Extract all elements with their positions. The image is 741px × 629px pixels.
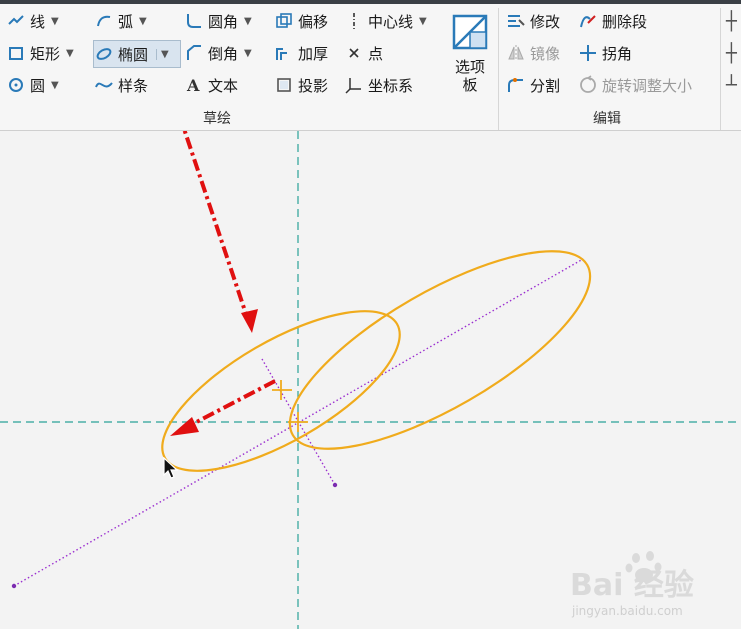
annotation-arrow-to-ellipse-tool xyxy=(182,131,252,327)
mirror-label: 镜像 xyxy=(530,44,561,63)
truncated-tool-button[interactable]: ┼ xyxy=(726,8,737,34)
arc-button[interactable]: 弧 ▼ xyxy=(94,8,147,34)
coord-sys-button[interactable]: 坐标系 xyxy=(344,72,413,98)
text-button[interactable]: A 文本 xyxy=(184,72,238,98)
delete-segment-icon xyxy=(580,15,596,28)
construction-endpoint[interactable] xyxy=(11,583,17,589)
truncated-tool-button[interactable]: ┴ xyxy=(726,72,737,98)
modify-icon xyxy=(508,15,525,27)
sketch-group-label: 草绘 xyxy=(203,111,231,127)
fillet-icon xyxy=(187,14,201,28)
spline-label: 样条 xyxy=(118,76,149,95)
offset-button[interactable]: 偏移 xyxy=(274,8,328,34)
centerline-icon xyxy=(353,13,355,29)
line-label: 线 xyxy=(30,12,46,31)
mirror-button[interactable]: 镜像 xyxy=(506,40,560,66)
fillet-button[interactable]: 圆角 ▼ xyxy=(184,8,252,34)
chevron-down-icon[interactable]: ▼ xyxy=(139,16,147,27)
chevron-down-icon[interactable]: ▼ xyxy=(51,80,59,91)
rotate-resize-icon xyxy=(580,75,596,93)
construction-endpoint[interactable] xyxy=(332,482,338,488)
point-button[interactable]: 点 xyxy=(344,40,383,66)
offset-label: 偏移 xyxy=(298,12,329,31)
rectangle-label: 矩形 xyxy=(30,44,61,63)
edit-group-label: 编辑 xyxy=(593,111,621,127)
chevron-down-icon[interactable]: ▼ xyxy=(244,48,252,59)
annotation-arrowhead xyxy=(241,309,258,333)
line-button[interactable]: 线 ▼ xyxy=(6,8,59,34)
ellipse-icon xyxy=(96,48,112,60)
svg-text:A: A xyxy=(186,76,200,95)
circle-label: 圆 xyxy=(30,76,46,95)
arc-icon xyxy=(97,15,111,27)
thicken-label: 加厚 xyxy=(298,44,329,63)
chevron-down-icon[interactable]: ▼ xyxy=(244,16,252,27)
circle-icon xyxy=(9,78,23,92)
chamfer-label: 倒角 xyxy=(208,44,239,63)
modify-button[interactable]: 修改 xyxy=(506,8,560,34)
rotate-resize-label: 旋转调整大小 xyxy=(602,76,693,95)
watermark: Bai 经验 jingyan.baidu.com xyxy=(566,548,741,628)
point-label: 点 xyxy=(368,44,384,63)
palette-button[interactable]: 选项 板 xyxy=(448,14,492,114)
corner-button[interactable]: 拐角 xyxy=(578,40,632,66)
delete-segment-label: 删除段 xyxy=(602,12,648,31)
fillet-label: 圆角 xyxy=(208,12,239,31)
large-ellipse[interactable] xyxy=(264,215,616,485)
divide-icon xyxy=(508,78,523,92)
chevron-down-icon[interactable]: ▼ xyxy=(156,48,169,60)
modify-label: 修改 xyxy=(530,12,561,31)
corner-label: 拐角 xyxy=(602,44,633,63)
corner-icon xyxy=(580,45,596,61)
watermark-brand: Bai 经验 xyxy=(570,568,694,603)
centerline-label: 中心线 xyxy=(368,12,414,31)
ellipse-button[interactable]: 椭圆 ▼ xyxy=(93,40,181,68)
thicken-button[interactable]: 加厚 xyxy=(274,40,328,66)
divide-button[interactable]: 分割 xyxy=(506,72,560,98)
rotate-resize-button[interactable]: 旋转调整大小 xyxy=(578,72,692,98)
chamfer-button[interactable]: 倒角 ▼ xyxy=(184,40,252,66)
group-divider xyxy=(720,8,721,130)
mirror-icon xyxy=(508,45,524,61)
watermark-url: jingyan.baidu.com xyxy=(572,604,683,618)
text-label: 文本 xyxy=(208,76,239,95)
spline-icon xyxy=(95,82,113,88)
palette-label-1: 选项 xyxy=(454,58,485,76)
chevron-down-icon[interactable]: ▼ xyxy=(51,16,59,27)
mouse-cursor-icon xyxy=(163,457,179,479)
text-icon: A xyxy=(186,76,200,95)
offset-icon xyxy=(276,13,292,28)
ellipse-label: 椭圆 xyxy=(118,45,149,64)
project-icon xyxy=(277,78,291,92)
rectangle-icon xyxy=(9,47,23,60)
centerline-button[interactable]: 中心线 ▼ xyxy=(344,8,427,34)
line-icon xyxy=(8,15,24,25)
rectangle-button[interactable]: 矩形 ▼ xyxy=(6,40,74,66)
circle-button[interactable]: 圆 ▼ xyxy=(6,72,59,98)
palette-label-2: 板 xyxy=(462,76,478,94)
palette-icon xyxy=(452,14,488,50)
spline-button[interactable]: 样条 xyxy=(94,72,148,98)
coord-sys-label: 坐标系 xyxy=(368,76,414,95)
chevron-down-icon[interactable]: ▼ xyxy=(66,48,74,59)
truncated-tool-button[interactable]: ┼ xyxy=(726,40,737,66)
coordinate-system-icon xyxy=(345,78,361,94)
divide-label: 分割 xyxy=(530,76,561,95)
chevron-down-icon[interactable]: ▼ xyxy=(419,16,427,27)
thicken-icon xyxy=(276,48,287,60)
project-label: 投影 xyxy=(298,76,329,95)
project-button[interactable]: 投影 xyxy=(274,72,328,98)
arc-label: 弧 xyxy=(118,12,134,31)
chamfer-icon xyxy=(187,45,201,60)
group-divider xyxy=(498,8,499,130)
point-icon xyxy=(349,48,359,58)
ribbon-toolbar: 线 ▼ 矩形 ▼ 圆 ▼ 弧 ▼ 椭圆 ▼ 样条 圆角 ▼ 倒角 ▼ A 文本 偏移 加厚 xyxy=(0,4,741,131)
delete-segment-button[interactable]: 删除段 xyxy=(578,8,647,34)
annotation-arrowhead xyxy=(170,417,199,436)
